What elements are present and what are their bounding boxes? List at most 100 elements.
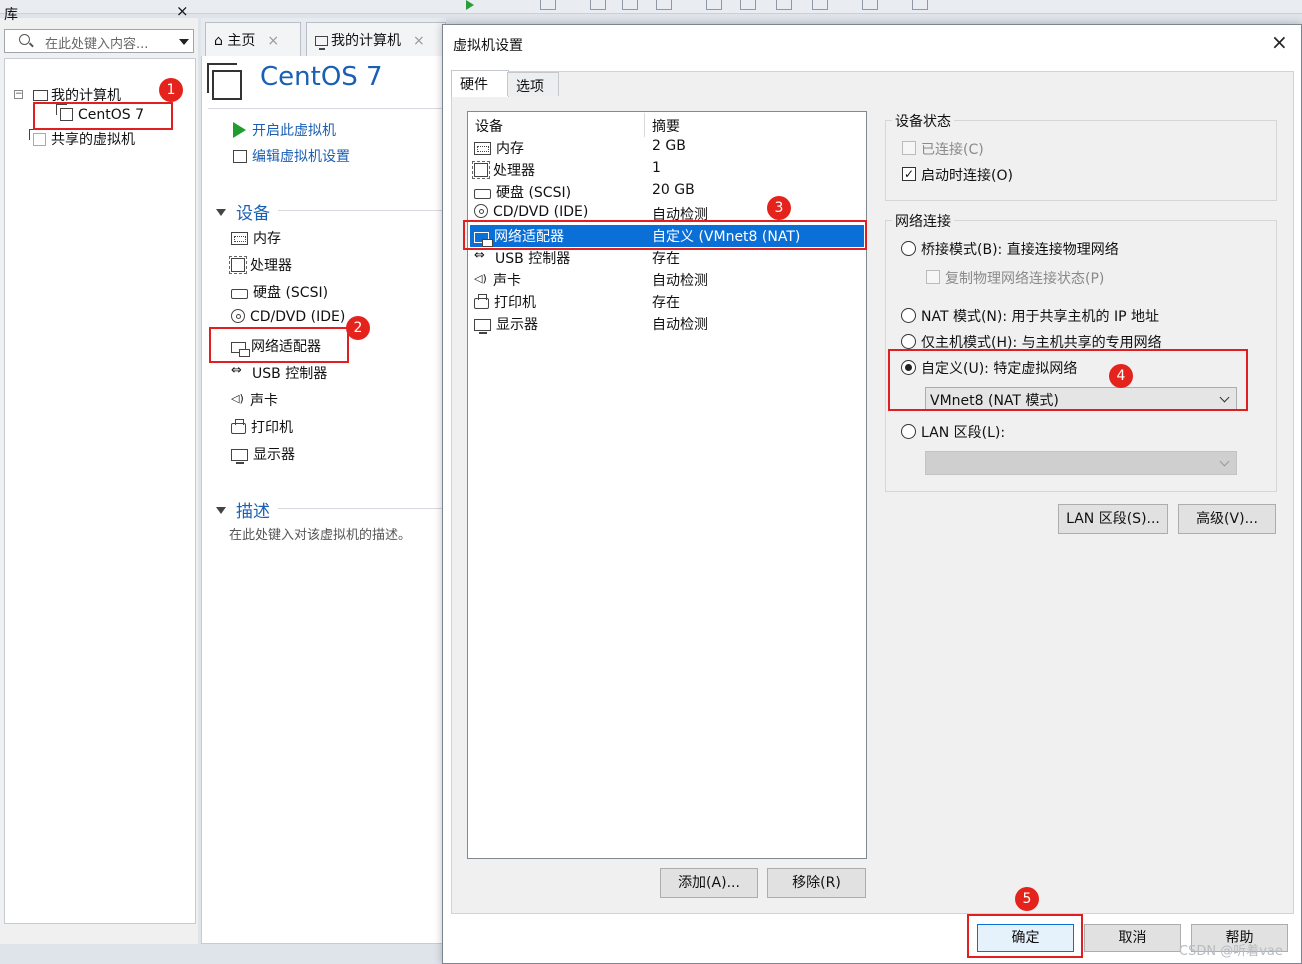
device-sound[interactable]: 声卡 (231, 390, 278, 410)
devices-section-header[interactable]: 设备 (216, 199, 270, 224)
dialog-title: 虚拟机设置 (453, 38, 523, 54)
device-status-group (885, 120, 1277, 201)
nat-radio[interactable] (901, 308, 916, 323)
replicate-state-checkbox[interactable] (926, 270, 940, 284)
dialog-close-button[interactable]: × (1271, 30, 1288, 54)
device-label: 打印机 (251, 420, 293, 436)
device-cpu[interactable]: 处理器 (229, 255, 292, 275)
vm-large-icon (207, 63, 242, 100)
play-icon (233, 122, 246, 138)
description-field[interactable]: 在此处键入对该虚拟机的描述。 (229, 524, 411, 543)
display-icon (231, 449, 248, 464)
view-console-icon[interactable] (706, 0, 722, 10)
device-cdrom[interactable]: CD/DVD (IDE) (231, 309, 345, 325)
cpu-icon (229, 256, 247, 274)
tree-collapse-icon[interactable]: − (14, 90, 23, 99)
chevron-down-icon[interactable] (179, 39, 189, 45)
device-hdd[interactable]: 硬盘 (SCSI) (231, 282, 328, 302)
device-row-memory[interactable]: 内存 2 GB (470, 137, 864, 159)
start-vm-label: 开启此虚拟机 (252, 123, 336, 139)
device-name: 打印机 (494, 295, 536, 311)
highlight-box-4 (888, 349, 1248, 411)
hdd-icon (474, 189, 491, 199)
lan-segment-radio[interactable] (901, 424, 916, 439)
bridged-radio[interactable] (901, 241, 916, 256)
device-summary: 1 (652, 160, 661, 176)
suspend-icon[interactable] (540, 0, 556, 10)
cpu-icon (472, 161, 490, 179)
snapshot-icon[interactable] (590, 0, 606, 10)
tab-home[interactable]: ⌂ 主页 × (205, 22, 301, 56)
device-display[interactable]: 显示器 (231, 444, 295, 464)
device-row-usb[interactable]: USB 控制器 存在 (470, 247, 864, 269)
device-usb[interactable]: USB 控制器 (231, 363, 327, 383)
thumbnail-view-icon[interactable] (912, 0, 928, 10)
view-unity-icon[interactable] (776, 0, 792, 10)
add-device-button[interactable]: 添加(A)... (660, 868, 758, 898)
bridged-label: 桥接模式(B): 直接连接物理网络 (921, 242, 1119, 258)
highlight-box-2 (209, 327, 349, 363)
device-column-header[interactable]: 设备 (475, 116, 503, 136)
tab-my-computer[interactable]: 我的计算机 × (306, 22, 446, 56)
device-row-cpu[interactable]: 处理器 1 (470, 159, 864, 181)
step-badge-2: 2 (346, 316, 370, 340)
host-only-radio[interactable] (901, 334, 916, 349)
device-summary: 自动检测 (652, 317, 708, 333)
hdd-icon (231, 289, 248, 299)
device-row-sound[interactable]: 声卡 自动检测 (470, 269, 864, 291)
device-label: 处理器 (250, 258, 292, 274)
connect-on-start-label: 启动时连接(O) (921, 168, 1013, 184)
cancel-button[interactable]: 取消 (1084, 924, 1181, 952)
tab-close-icon[interactable]: × (413, 33, 425, 49)
tab-hardware[interactable]: 硬件 (451, 70, 509, 97)
start-vm-link[interactable]: 开启此虚拟机 (233, 120, 336, 140)
library-search-placeholder: 在此处键入内容... (45, 37, 149, 52)
connected-label: 已连接(C) (921, 142, 984, 158)
device-name: 内存 (496, 141, 524, 157)
device-row-display[interactable]: 显示器 自动检测 (470, 313, 864, 335)
device-name: 声卡 (493, 273, 521, 289)
divider (278, 210, 446, 211)
device-summary: 2 GB (652, 138, 686, 154)
printer-icon (474, 294, 489, 309)
connected-checkbox[interactable] (902, 141, 916, 155)
device-status-label: 设备状态 (892, 111, 954, 131)
library-search-input[interactable]: 在此处键入内容... (4, 29, 194, 53)
vm-title: CentOS 7 (260, 62, 383, 92)
cd-icon (474, 204, 488, 218)
lan-segments-button[interactable]: LAN 区段(S)... (1058, 504, 1168, 534)
view-stretch-icon[interactable] (812, 0, 828, 10)
tree-item-shared-vms[interactable]: 共享的虚拟机 (29, 129, 135, 149)
description-section-header[interactable]: 描述 (216, 497, 270, 522)
device-summary: 自动检测 (652, 273, 708, 289)
device-row-printer[interactable]: 打印机 存在 (470, 291, 864, 313)
step-badge-5: 5 (1015, 887, 1039, 911)
library-tree (4, 58, 196, 924)
device-printer[interactable]: 打印机 (231, 417, 293, 437)
play-icon[interactable] (466, 0, 474, 10)
highlight-box-1 (33, 102, 173, 130)
snapshot-manager-icon[interactable] (656, 0, 672, 10)
divider (208, 108, 446, 109)
device-memory[interactable]: 内存 (231, 228, 281, 248)
revert-icon[interactable] (622, 0, 638, 10)
home-icon: ⌂ (214, 33, 223, 49)
remove-device-button[interactable]: 移除(R) (767, 868, 866, 898)
connect-on-start-checkbox[interactable]: ✓ (902, 167, 916, 181)
console-view-icon[interactable] (862, 0, 878, 10)
advanced-button[interactable]: 高级(V)... (1178, 504, 1276, 534)
summary-column-header[interactable]: 摘要 (652, 116, 680, 136)
view-fullscreen-icon[interactable] (740, 0, 756, 10)
tab-options[interactable]: 选项 (507, 72, 559, 96)
device-label: 内存 (253, 231, 281, 247)
computer-icon (33, 90, 48, 104)
printer-icon (231, 419, 246, 434)
tab-label: 我的计算机 (331, 33, 401, 49)
watermark: CSDN @听着vae (1179, 944, 1283, 959)
tab-close-icon[interactable]: × (267, 33, 279, 49)
library-close-button[interactable]: × (176, 2, 189, 20)
lan-segment-select[interactable] (925, 451, 1237, 475)
shared-vm-icon (29, 129, 46, 146)
device-row-hdd[interactable]: 硬盘 (SCSI) 20 GB (470, 181, 864, 203)
edit-vm-settings-link[interactable]: 编辑虚拟机设置 (233, 146, 350, 166)
